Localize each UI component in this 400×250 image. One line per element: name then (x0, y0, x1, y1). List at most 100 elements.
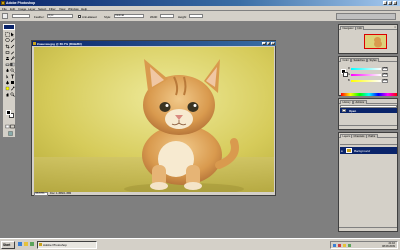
layers-blend-options[interactable] (340, 139, 397, 145)
tray-language-icon[interactable] (348, 243, 351, 247)
toolbox (2, 23, 16, 138)
tray-volume-icon[interactable] (343, 243, 346, 247)
screen-mode-icon[interactable] (10, 124, 15, 129)
feather-label: Feather: (34, 14, 45, 19)
toolbox-header[interactable] (3, 24, 15, 30)
photoshop-task-icon (39, 243, 42, 246)
tab-swatches[interactable]: Swatches (351, 57, 368, 62)
layers-panel: Layers Channels Paths ● Background (338, 132, 398, 232)
tab-history[interactable]: History (340, 99, 354, 104)
app-title: Adobe Photoshop (6, 1, 36, 5)
taskbar-photoshop-button[interactable]: Adobe Photoshop (37, 240, 97, 249)
path-selection-tool-icon[interactable] (5, 74, 10, 79)
quick-launch-desktop-icon[interactable] (30, 242, 34, 246)
history-tabs: History Actions (339, 99, 397, 104)
antialias-checkbox[interactable] (78, 14, 81, 18)
height-input[interactable] (189, 14, 203, 18)
layer-row-background[interactable]: ● Background (340, 147, 397, 154)
document-title-bar[interactable]: Кошечка.jpg @ 66.7% (RGB/8#) _ □ × (32, 41, 276, 46)
quick-launch-browser-icon[interactable] (18, 242, 22, 246)
antialias-label: Anti-aliased (82, 14, 97, 19)
palette-well[interactable] (336, 13, 396, 20)
eyedropper-tool-icon[interactable] (10, 86, 15, 91)
tray-antivirus-icon[interactable] (338, 243, 341, 247)
minimize-button[interactable]: _ (383, 1, 387, 5)
slider-blue[interactable]: B 255 (348, 79, 388, 83)
slider-blue-track[interactable] (351, 80, 381, 82)
tab-navigator[interactable]: Navigator (340, 25, 357, 30)
dodge-tool-icon[interactable] (10, 68, 15, 73)
color-spectrum-bar[interactable] (341, 93, 397, 96)
system-tray: 21:16 08.08.2009 (330, 240, 398, 249)
lasso-tool-icon[interactable] (4, 38, 10, 43)
document-minimize-button[interactable]: _ (262, 41, 266, 46)
clock[interactable]: 21:16 08.08.2009 (382, 242, 395, 249)
document-size-info[interactable]: Doc: 1.45M/1.45M (50, 192, 71, 195)
eye-icon[interactable]: ● (341, 149, 345, 153)
taskbar-photoshop-label: Adobe Photoshop (43, 242, 67, 247)
marquee-tool-preset-icon[interactable] (2, 13, 8, 19)
zoom-tool-icon[interactable] (10, 92, 15, 97)
clock-date: 08.08.2009 (382, 245, 395, 249)
move-tool-icon[interactable] (10, 32, 15, 37)
document-icon (33, 42, 36, 45)
slider-blue-value[interactable]: 255 (382, 79, 388, 83)
notes-tool-icon[interactable] (5, 86, 10, 91)
color-panel: Color Swatches Styles R 255 G 255 B 255 (338, 56, 398, 96)
jump-to-imageready-icon[interactable] (7, 131, 13, 136)
slider-green[interactable]: G 255 (348, 73, 388, 77)
blur-tool-icon[interactable] (5, 68, 10, 73)
healing-brush-tool-icon[interactable] (5, 50, 10, 55)
shape-tool-icon[interactable] (10, 80, 15, 85)
image-canvas[interactable] (34, 47, 274, 192)
document-close-button[interactable]: × (271, 41, 275, 46)
tab-channels[interactable]: Channels (351, 133, 367, 138)
layers-tabs: Layers Channels Paths (339, 133, 397, 138)
selection-mode-buttons[interactable] (12, 14, 30, 18)
panel-close-icon[interactable]: × (394, 25, 396, 30)
hand-tool-icon[interactable] (5, 92, 10, 97)
pen-tool-icon[interactable] (5, 80, 10, 85)
slider-blue-label: B (348, 79, 350, 82)
feather-input[interactable]: 0 px (47, 14, 73, 18)
type-tool-icon[interactable] (10, 74, 15, 79)
slice-tool-icon[interactable] (10, 44, 15, 49)
history-item-open[interactable]: Open (340, 108, 397, 113)
taskbar: Start Adobe Photoshop 21:16 08.08.2009 (0, 238, 400, 250)
crop-tool-icon[interactable] (5, 44, 10, 49)
options-bar: Feather: 0 px Anti-aliased Style: Normal… (0, 11, 400, 22)
tab-paths[interactable]: Paths (366, 133, 378, 138)
magic-wand-tool-icon[interactable] (10, 38, 15, 43)
tab-actions[interactable]: Actions (353, 99, 367, 104)
foreground-color-swatch[interactable] (6, 110, 11, 115)
tab-styles[interactable]: Styles (367, 57, 380, 62)
width-input[interactable] (160, 14, 174, 18)
brush-tool-icon[interactable] (10, 50, 15, 55)
clone-stamp-tool-icon[interactable] (5, 56, 10, 61)
zoom-level-field[interactable]: 66.67% (34, 192, 48, 196)
slider-red[interactable]: R 255 (348, 67, 388, 71)
slider-red-value[interactable]: 255 (382, 67, 388, 71)
document-window[interactable]: Кошечка.jpg @ 66.7% (RGB/8#) _ □ × 66.67… (31, 40, 276, 196)
navigator-thumbnail[interactable] (364, 34, 387, 49)
close-button[interactable]: × (393, 1, 397, 5)
quick-launch-folder-icon[interactable] (24, 242, 28, 246)
slider-red-track[interactable] (351, 68, 381, 70)
style-select[interactable]: Normal (114, 14, 144, 18)
layers-panel-footer (339, 227, 397, 231)
tray-network-icon[interactable] (333, 243, 336, 247)
tab-color[interactable]: Color (340, 57, 352, 62)
document-maximize-button[interactable]: □ (266, 41, 270, 46)
document-status-bar: 66.67% Doc: 1.45M/1.45M (34, 192, 274, 196)
start-button[interactable]: Start (1, 240, 15, 249)
tab-info[interactable]: Info (355, 25, 365, 30)
marquee-tool-icon[interactable] (4, 32, 10, 37)
document-title: Кошечка.jpg @ 66.7% (RGB/8#) (37, 41, 82, 46)
slider-green-track[interactable] (351, 74, 381, 76)
eraser-tool-icon[interactable] (5, 62, 10, 67)
navigator-tabs: Navigator Info × (339, 25, 397, 30)
gradient-tool-icon[interactable] (10, 62, 15, 67)
slider-green-value[interactable]: 255 (382, 73, 388, 77)
history-brush-tool-icon[interactable] (10, 56, 15, 61)
maximize-button[interactable]: □ (388, 1, 392, 5)
